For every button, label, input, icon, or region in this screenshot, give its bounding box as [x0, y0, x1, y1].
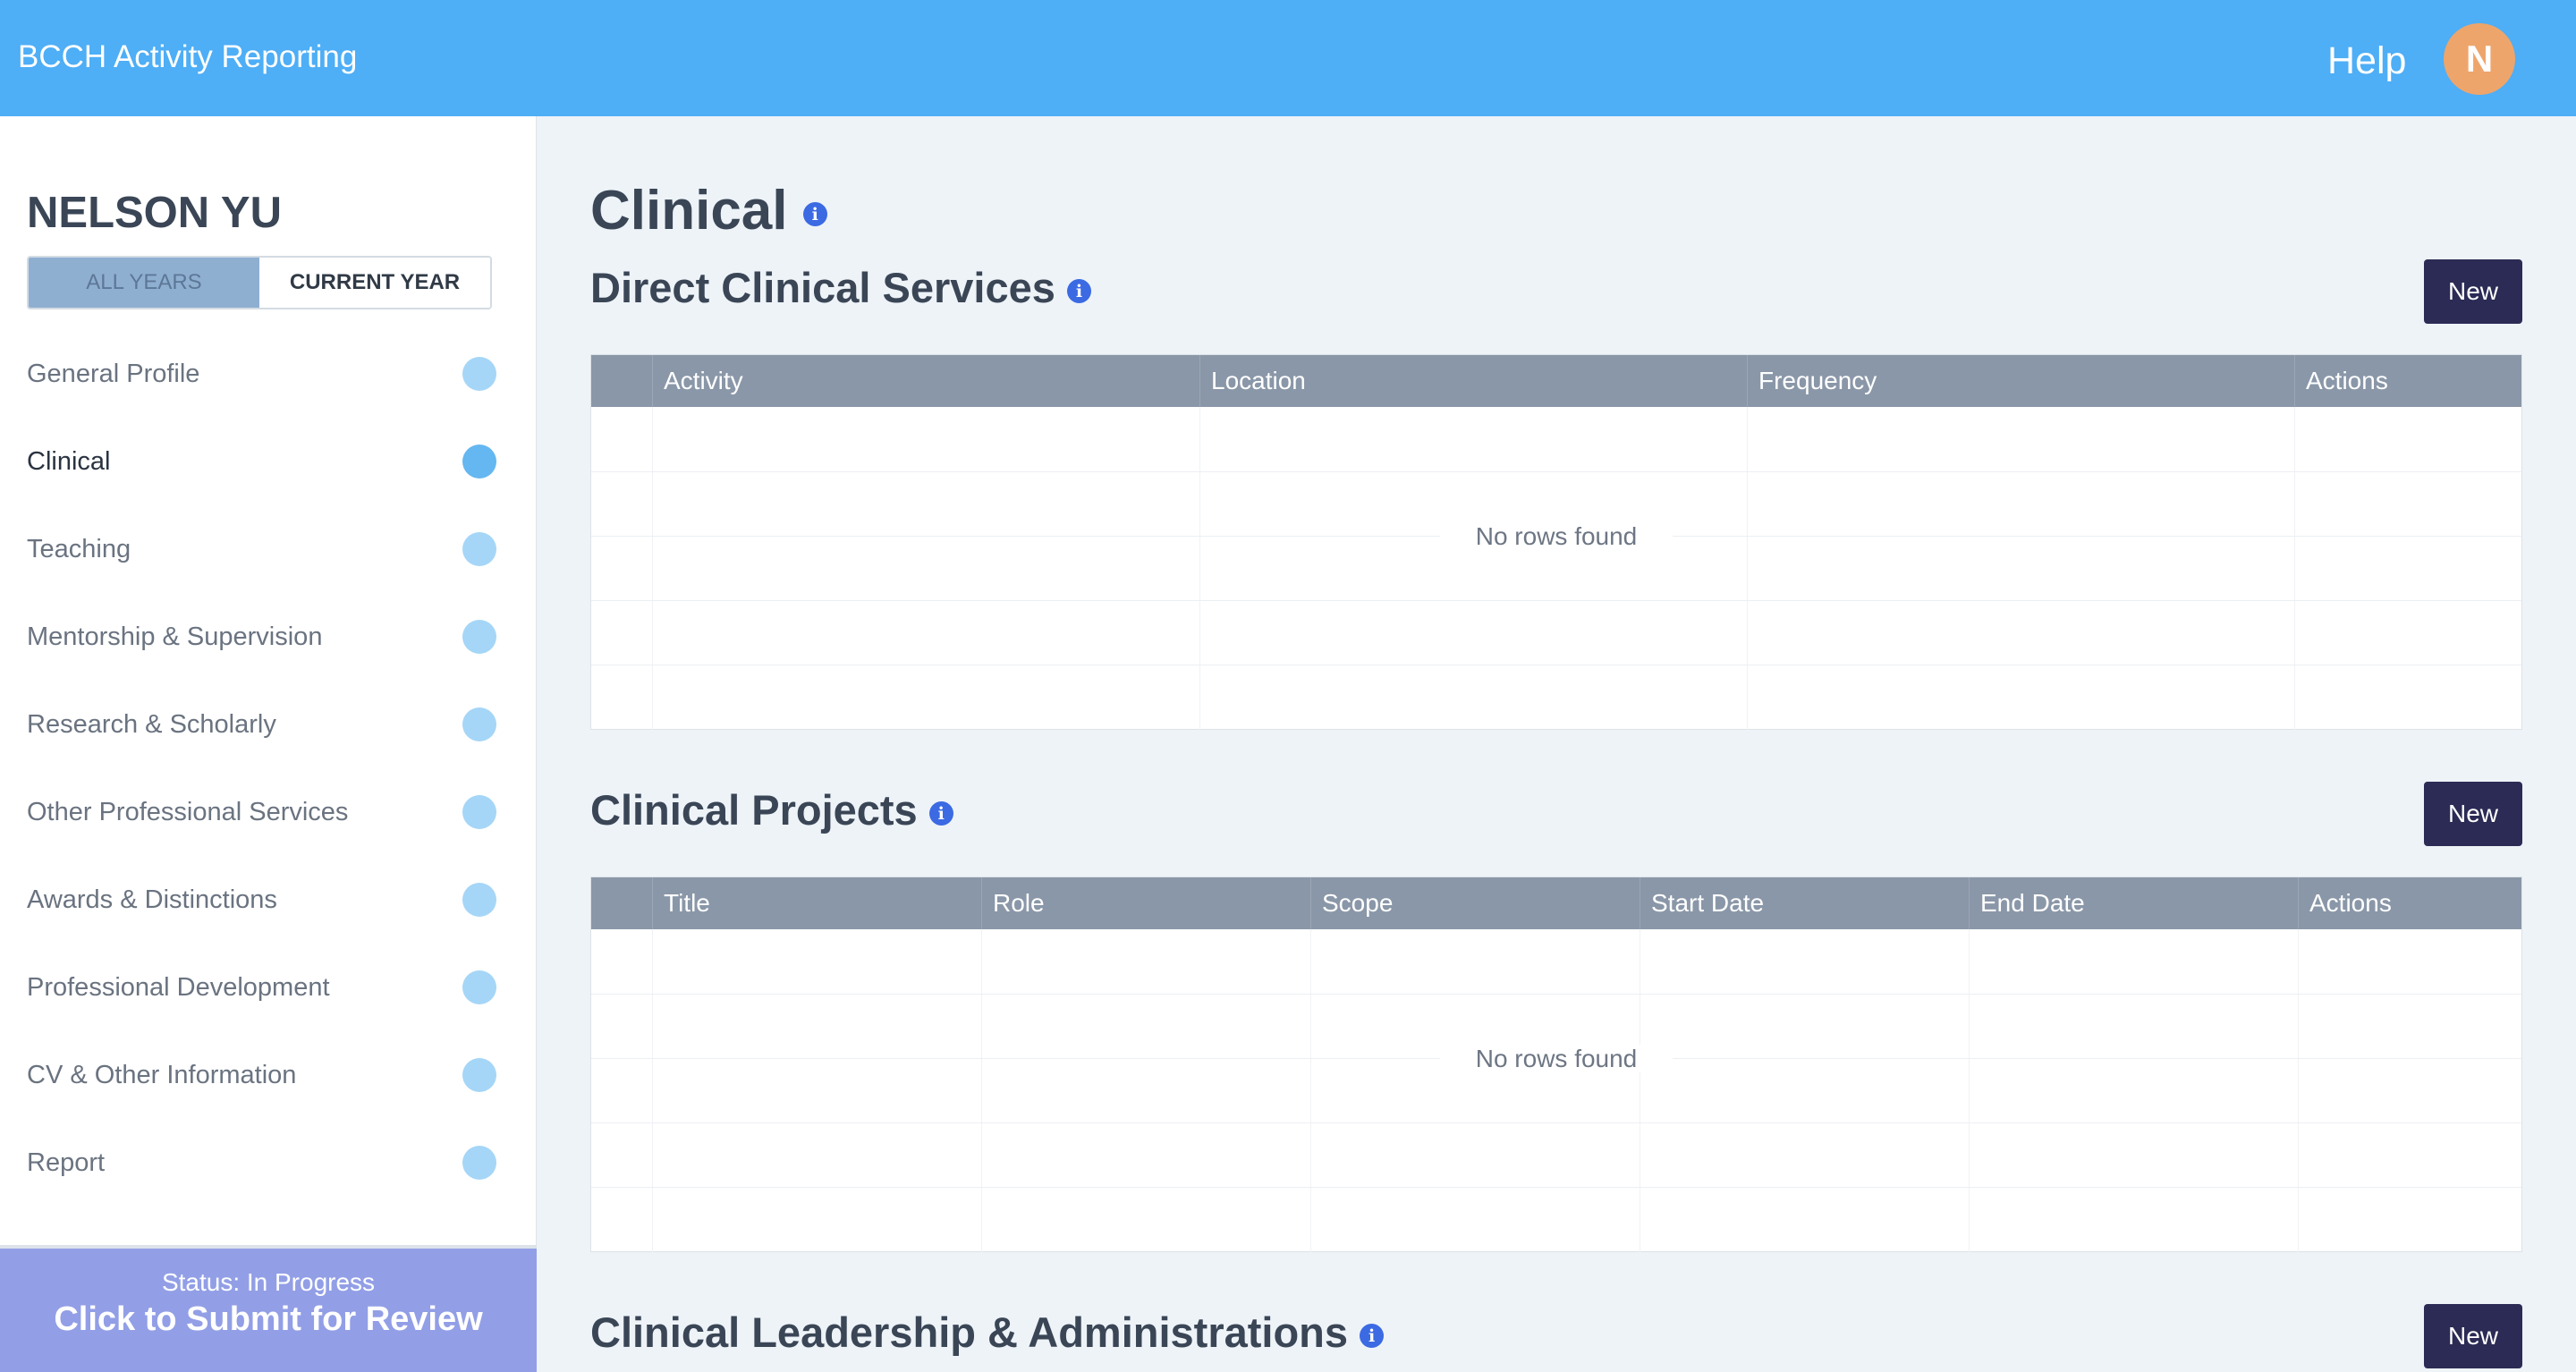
column-header-location[interactable]: Location — [1199, 355, 1747, 407]
column-header-role[interactable]: Role — [981, 877, 1310, 929]
column-header-actions[interactable]: Actions — [2294, 355, 2523, 407]
help-link[interactable]: Help — [2327, 39, 2406, 83]
sidebar-item-general-profile[interactable]: General Profile — [27, 347, 496, 401]
section-title-direct-clinical-services: Direct Clinical Services i — [590, 263, 1091, 312]
new-clinical-project-button[interactable]: New — [2424, 782, 2522, 846]
sidebar-item-cv[interactable]: CV & Other Information — [27, 1048, 496, 1102]
row-divider — [591, 600, 2521, 601]
current-year-toggle[interactable]: CURRENT YEAR — [259, 258, 490, 308]
row-divider — [591, 994, 2521, 995]
empty-table-message: No rows found — [591, 1045, 2521, 1073]
app-title[interactable]: BCCH Activity Reporting — [18, 39, 357, 75]
column-divider — [2294, 407, 2295, 731]
table-header: Title Role Scope Start Date End Date Act… — [591, 877, 2521, 929]
sidebar-item-label: Other Professional Services — [27, 797, 349, 826]
top-bar: BCCH Activity Reporting Help N — [0, 0, 2576, 116]
column-header-title[interactable]: Title — [652, 877, 981, 929]
sidebar-item-label: General Profile — [27, 359, 200, 388]
status-dot-icon — [462, 1058, 496, 1092]
info-icon[interactable]: i — [928, 801, 953, 826]
clinical-projects-table: Title Role Scope Start Date End Date Act… — [590, 877, 2522, 1253]
empty-table-message: No rows found — [591, 522, 2521, 551]
user-avatar[interactable]: N — [2444, 23, 2515, 95]
row-divider — [591, 1122, 2521, 1123]
section-title-clinical-projects: Clinical Projects i — [590, 785, 953, 834]
direct-clinical-services-table: Activity Location Frequency Actions No r… — [590, 354, 2522, 731]
new-clinical-leadership-button[interactable]: New — [2424, 1304, 2522, 1368]
info-icon[interactable]: i — [802, 202, 827, 227]
sidebar-item-label: Clinical — [27, 446, 111, 476]
sidebar: NELSON YU ALL YEARS CURRENT YEAR General… — [0, 116, 537, 1372]
column-header-scope[interactable]: Scope — [1310, 877, 1640, 929]
sidebar-item-teaching[interactable]: Teaching — [27, 522, 496, 576]
sidebar-item-label: Teaching — [27, 534, 131, 563]
column-divider — [652, 407, 653, 731]
status-dot-icon — [462, 445, 496, 479]
empty-table-text: No rows found — [1439, 522, 1674, 550]
all-years-toggle[interactable]: ALL YEARS — [29, 258, 259, 308]
status-dot-icon — [462, 795, 496, 829]
info-icon[interactable]: i — [1066, 279, 1091, 304]
new-direct-clinical-service-button[interactable]: New — [2424, 259, 2522, 324]
sidebar-item-research[interactable]: Research & Scholarly — [27, 698, 496, 751]
section-title-clinical-leadership: Clinical Leadership & Administrations i — [590, 1308, 1385, 1357]
column-divider — [1199, 407, 1200, 731]
empty-table-text: No rows found — [1439, 1045, 1674, 1072]
sidebar-item-awards[interactable]: Awards & Distinctions — [27, 873, 496, 927]
column-divider — [2298, 929, 2299, 1253]
status-dot-icon — [462, 970, 496, 1004]
sidebar-item-label: Awards & Distinctions — [27, 885, 277, 914]
status-dot-icon — [462, 532, 496, 566]
submit-action-label: Click to Submit for Review — [54, 1300, 483, 1338]
status-dot-icon — [462, 357, 496, 391]
section-title-text: Clinical Leadership & Administrations — [590, 1308, 1349, 1356]
section-title-text: Clinical Projects — [590, 786, 918, 834]
column-header-end-date[interactable]: End Date — [1969, 877, 2298, 929]
year-toggle: ALL YEARS CURRENT YEAR — [27, 256, 492, 309]
column-divider — [1310, 929, 1311, 1253]
sidebar-item-label: CV & Other Information — [27, 1060, 297, 1089]
sidebar-item-label: Mentorship & Supervision — [27, 622, 323, 651]
column-header-actions[interactable]: Actions — [2298, 877, 2523, 929]
column-header-activity[interactable]: Activity — [652, 355, 1199, 407]
section-title-text: Direct Clinical Services — [590, 264, 1055, 311]
column-divider — [652, 929, 653, 1253]
page-title: Clinical i — [590, 179, 827, 242]
table-header: Activity Location Frequency Actions — [591, 355, 2521, 407]
row-divider — [591, 1187, 2521, 1188]
main-content: Clinical i Direct Clinical Services i Ne… — [537, 116, 2576, 1372]
submit-for-review-button[interactable]: Status: In Progress Click to Submit for … — [0, 1245, 537, 1372]
status-dot-icon — [462, 620, 496, 654]
column-header-frequency[interactable]: Frequency — [1747, 355, 2294, 407]
sidebar-item-mentorship[interactable]: Mentorship & Supervision — [27, 610, 496, 664]
column-header-start-date[interactable]: Start Date — [1640, 877, 1969, 929]
page-title-text: Clinical — [590, 180, 788, 241]
sidebar-item-label: Report — [27, 1148, 106, 1177]
column-divider — [1969, 929, 1970, 1253]
user-name: NELSON YU — [27, 189, 282, 237]
sidebar-item-other-services[interactable]: Other Professional Services — [27, 785, 496, 839]
submission-status: Status: In Progress — [161, 1268, 376, 1296]
sidebar-item-professional-development[interactable]: Professional Development — [27, 961, 496, 1014]
row-divider — [591, 471, 2521, 472]
sidebar-item-label: Research & Scholarly — [27, 709, 276, 739]
sidebar-item-report[interactable]: Report — [27, 1136, 496, 1190]
status-dot-icon — [462, 1146, 496, 1180]
status-dot-icon — [462, 707, 496, 741]
sidebar-item-clinical[interactable]: Clinical — [27, 435, 496, 488]
status-dot-icon — [462, 883, 496, 917]
column-divider — [981, 929, 982, 1253]
info-icon[interactable]: i — [1360, 1324, 1385, 1349]
column-divider — [1747, 407, 1748, 731]
sidebar-item-label: Professional Development — [27, 972, 330, 1002]
